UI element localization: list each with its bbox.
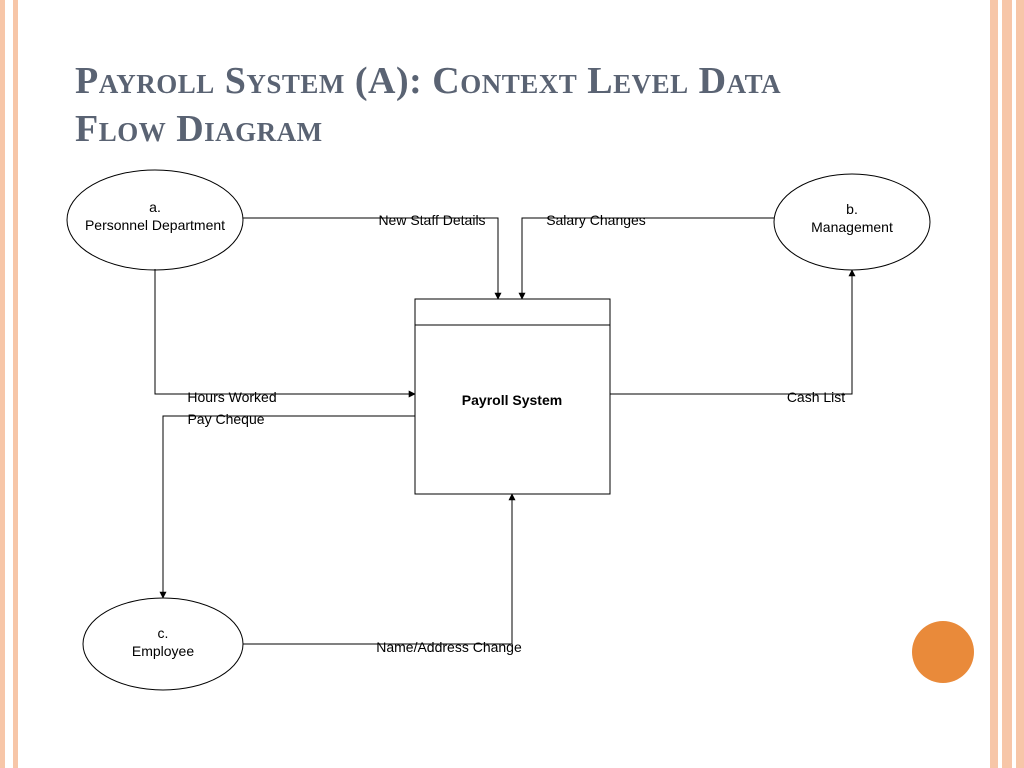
- entity-management-tag: b.: [846, 201, 858, 217]
- flow-name-addr: [243, 494, 512, 644]
- entity-employee-tag: c.: [158, 625, 169, 641]
- flow-new-staff: [243, 218, 498, 299]
- flow-cash-list-label: Cash List: [787, 389, 845, 405]
- process-payroll-label: Payroll System: [462, 392, 562, 408]
- entity-employee-name: Employee: [132, 643, 194, 659]
- flow-hours-worked-label: Hours Worked: [187, 389, 276, 405]
- entity-personnel-tag: a.: [149, 199, 161, 215]
- decorative-circle: [912, 621, 974, 683]
- flow-name-addr-label: Name/Address Change: [376, 639, 522, 655]
- entity-management-name: Management: [811, 219, 893, 235]
- flow-pay-cheque-label: Pay Cheque: [187, 411, 264, 427]
- data-flow-diagram: a. Personnel Department b. Management c.…: [0, 0, 1024, 768]
- flow-cash-list: [610, 270, 852, 394]
- flow-salary-changes: [522, 218, 774, 299]
- flow-new-staff-label: New Staff Details: [378, 212, 485, 228]
- entity-personnel-name: Personnel Department: [85, 217, 225, 233]
- flow-hours-worked: [155, 269, 415, 394]
- flow-pay-cheque: [163, 416, 415, 598]
- flow-salary-changes-label: Salary Changes: [546, 212, 646, 228]
